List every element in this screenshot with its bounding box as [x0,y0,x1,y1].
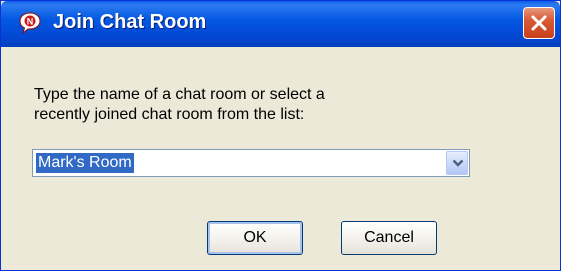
join-chat-room-dialog: N Join Chat Room Type the name of a chat… [0,0,561,271]
dialog-title: Join Chat Room [53,11,207,33]
chat-room-combobox[interactable]: Mark's Room [32,149,470,177]
close-icon [531,15,547,31]
instruction-line-1: Type the name of a chat room or select a [34,86,325,103]
dropdown-button[interactable] [446,151,468,175]
instruction-text: Type the name of a chat room or select a… [34,85,494,125]
chat-bubble-icon: N [19,12,41,35]
close-button[interactable] [523,7,555,39]
ok-button[interactable]: OK [207,221,303,255]
chat-room-input[interactable]: Mark's Room [36,153,134,173]
instruction-line-2: recently joined chat room from the list: [34,106,305,123]
svg-text:N: N [27,17,34,27]
cancel-button[interactable]: Cancel [341,221,437,255]
title-bar[interactable]: N Join Chat Room [1,1,560,47]
chevron-down-icon [452,159,464,167]
